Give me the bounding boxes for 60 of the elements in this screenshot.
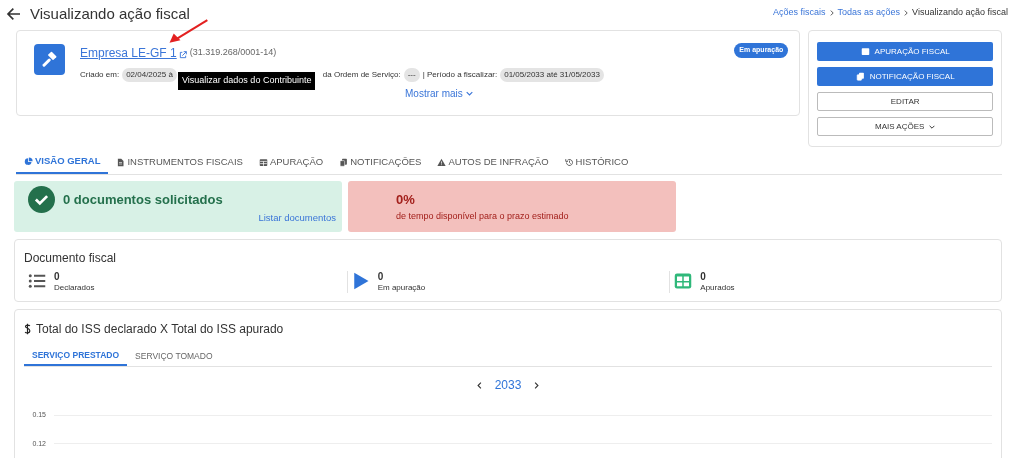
document-icon	[116, 158, 126, 167]
gavel-icon	[34, 44, 65, 75]
copy-icon	[339, 158, 349, 167]
breadcrumb-current: Visualizando ação fiscal	[912, 6, 1008, 19]
meta-value: ---	[403, 68, 420, 82]
deadline-percent: 0%	[396, 191, 416, 209]
history-icon	[564, 158, 574, 167]
copy-icon	[855, 72, 865, 81]
play-icon	[351, 272, 370, 290]
meta-value: 02/04/2025 à	[122, 68, 177, 82]
company-name-link[interactable]: Empresa LE-GF 1	[80, 44, 177, 62]
check-circle-icon	[28, 186, 55, 213]
stat-value: 0	[377, 271, 385, 283]
tab[interactable]: HISTÓRICO	[556, 151, 637, 174]
breadcrumb-link[interactable]: Todas as ações	[837, 6, 901, 20]
chevron-down-icon	[929, 123, 936, 130]
chevron-right-icon	[903, 9, 910, 16]
page-title: Visualizando ação fiscal	[30, 4, 190, 24]
stat-value: 0	[54, 271, 61, 283]
meta-value: 01/05/2033 até 31/05/2033	[500, 68, 604, 82]
chevron-down-icon	[465, 90, 473, 97]
stat-label: Em apuração	[377, 283, 426, 293]
action-button[interactable]: APURAÇÃO FISCAL	[817, 42, 993, 61]
stat-label: Declarados	[54, 283, 95, 293]
stat-label: Apurados	[700, 283, 735, 293]
section-title: Documento fiscal	[24, 250, 118, 267]
tab[interactable]: APURAÇÃO	[250, 151, 332, 174]
tab[interactable]: INSTRUMENTOS FISCAIS	[108, 151, 251, 174]
annotation-arrow	[167, 17, 209, 45]
list-icon	[28, 272, 46, 290]
tab[interactable]: SERVIÇO TOMADO	[127, 346, 221, 366]
breadcrumb-link[interactable]: Ações fiscais	[773, 6, 826, 20]
company-document: (31.319.268/0001-14)	[189, 46, 277, 60]
dollar-icon	[24, 323, 31, 335]
documents-count: 0 documentos solicitados	[63, 191, 223, 209]
tab[interactable]: SERVIÇO PRESTADO	[24, 346, 128, 366]
meta-label: | Período a fiscalizar:	[422, 69, 498, 81]
tab[interactable]: AUTOS DE INFRAÇÃO	[429, 151, 557, 174]
action-button[interactable]: MAIS AÇÕES	[817, 117, 993, 136]
list-documents-link[interactable]: Listar documentos	[258, 210, 336, 225]
year-label: 2033	[494, 377, 522, 394]
pie-chart-icon	[24, 157, 33, 166]
back-arrow-icon[interactable]	[6, 6, 22, 23]
warning-icon	[437, 158, 447, 167]
chevron-left-icon[interactable]	[475, 381, 483, 389]
chevron-right-icon[interactable]	[533, 381, 541, 389]
external-link-icon[interactable]	[178, 50, 187, 59]
chevron-right-icon	[828, 9, 835, 16]
action-button[interactable]: EDITAR	[817, 92, 993, 111]
tooltip: Visualizar dados do Contribuinte	[178, 72, 316, 90]
panel-title: Total do ISS declarado X Total do ISS apurado	[36, 321, 284, 338]
meta-label: Criado em:	[80, 69, 120, 81]
show-more-button[interactable]: Mostrar mais	[405, 86, 473, 101]
grid-icon	[674, 272, 693, 290]
deadline-caption: de tempo disponível para o prazo estimado	[396, 209, 570, 223]
stat-value: 0	[700, 271, 707, 283]
tab[interactable]: NOTIFICAÇÕES	[331, 151, 430, 174]
action-button[interactable]: NOTIFICAÇÃO FISCAL	[817, 67, 993, 86]
tab[interactable]: VISÃO GERAL	[16, 151, 109, 174]
meta-label: da Ordem de Serviço:	[322, 69, 401, 81]
